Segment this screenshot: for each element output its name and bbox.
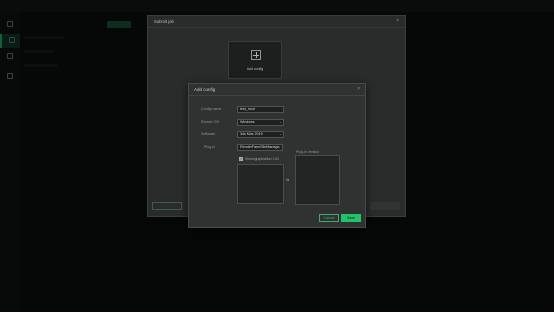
software-select[interactable]: 3ds Max 2019 ⌄: [237, 131, 284, 138]
config-name-label: Config name: [201, 107, 222, 111]
plugin-list[interactable]: [237, 164, 284, 204]
close-icon[interactable]: ×: [357, 86, 360, 92]
cancel-button[interactable]: Cancel: [319, 214, 339, 222]
add-config-dialog: Add config × Config name test_mod Render…: [188, 83, 366, 228]
plugin-value: RenderFarmSiteManage: [240, 145, 280, 149]
plugin-version-label: Plug-in version: [296, 150, 320, 154]
add-config-title: Add config: [194, 87, 216, 92]
config-name-input[interactable]: test_mod: [237, 106, 284, 113]
render-os-label: Render OS: [201, 120, 219, 124]
submit-job-titlebar: Submit job ×: [148, 16, 405, 28]
save-button[interactable]: Save: [341, 214, 361, 222]
plugin-checkbox-label: StereographicMax 2.82: [245, 157, 280, 161]
software-label: Software: [201, 132, 216, 136]
plus-icon: [251, 50, 261, 60]
chevron-down-icon: ⌄: [278, 145, 281, 149]
chevron-down-icon: ⌄: [279, 132, 282, 136]
submit-job-footer-button-disabled[interactable]: [370, 202, 400, 210]
plugin-label: Plug-in: [204, 145, 216, 149]
plugin-checkbox[interactable]: [239, 157, 243, 161]
render-os-value: Windows: [240, 120, 255, 124]
plugin-select[interactable]: RenderFarmSiteManage ⌄: [237, 144, 283, 151]
add-config-titlebar: Add config ×: [189, 84, 365, 96]
config-name-value: test_mod: [240, 107, 255, 111]
chevron-down-icon: ⌄: [279, 120, 282, 124]
submit-job-footer-button[interactable]: [152, 202, 182, 210]
software-value: 3ds Max 2019: [240, 132, 263, 136]
render-os-select[interactable]: Windows ⌄: [237, 119, 284, 126]
add-config-tile[interactable]: Add config: [228, 41, 282, 79]
plugin-version-list[interactable]: [295, 155, 340, 205]
transfer-arrows-icon[interactable]: ⇆: [286, 177, 289, 182]
submit-job-title: Submit job: [154, 19, 174, 24]
close-icon[interactable]: ×: [396, 18, 399, 24]
add-config-tile-label: Add config: [246, 67, 264, 71]
